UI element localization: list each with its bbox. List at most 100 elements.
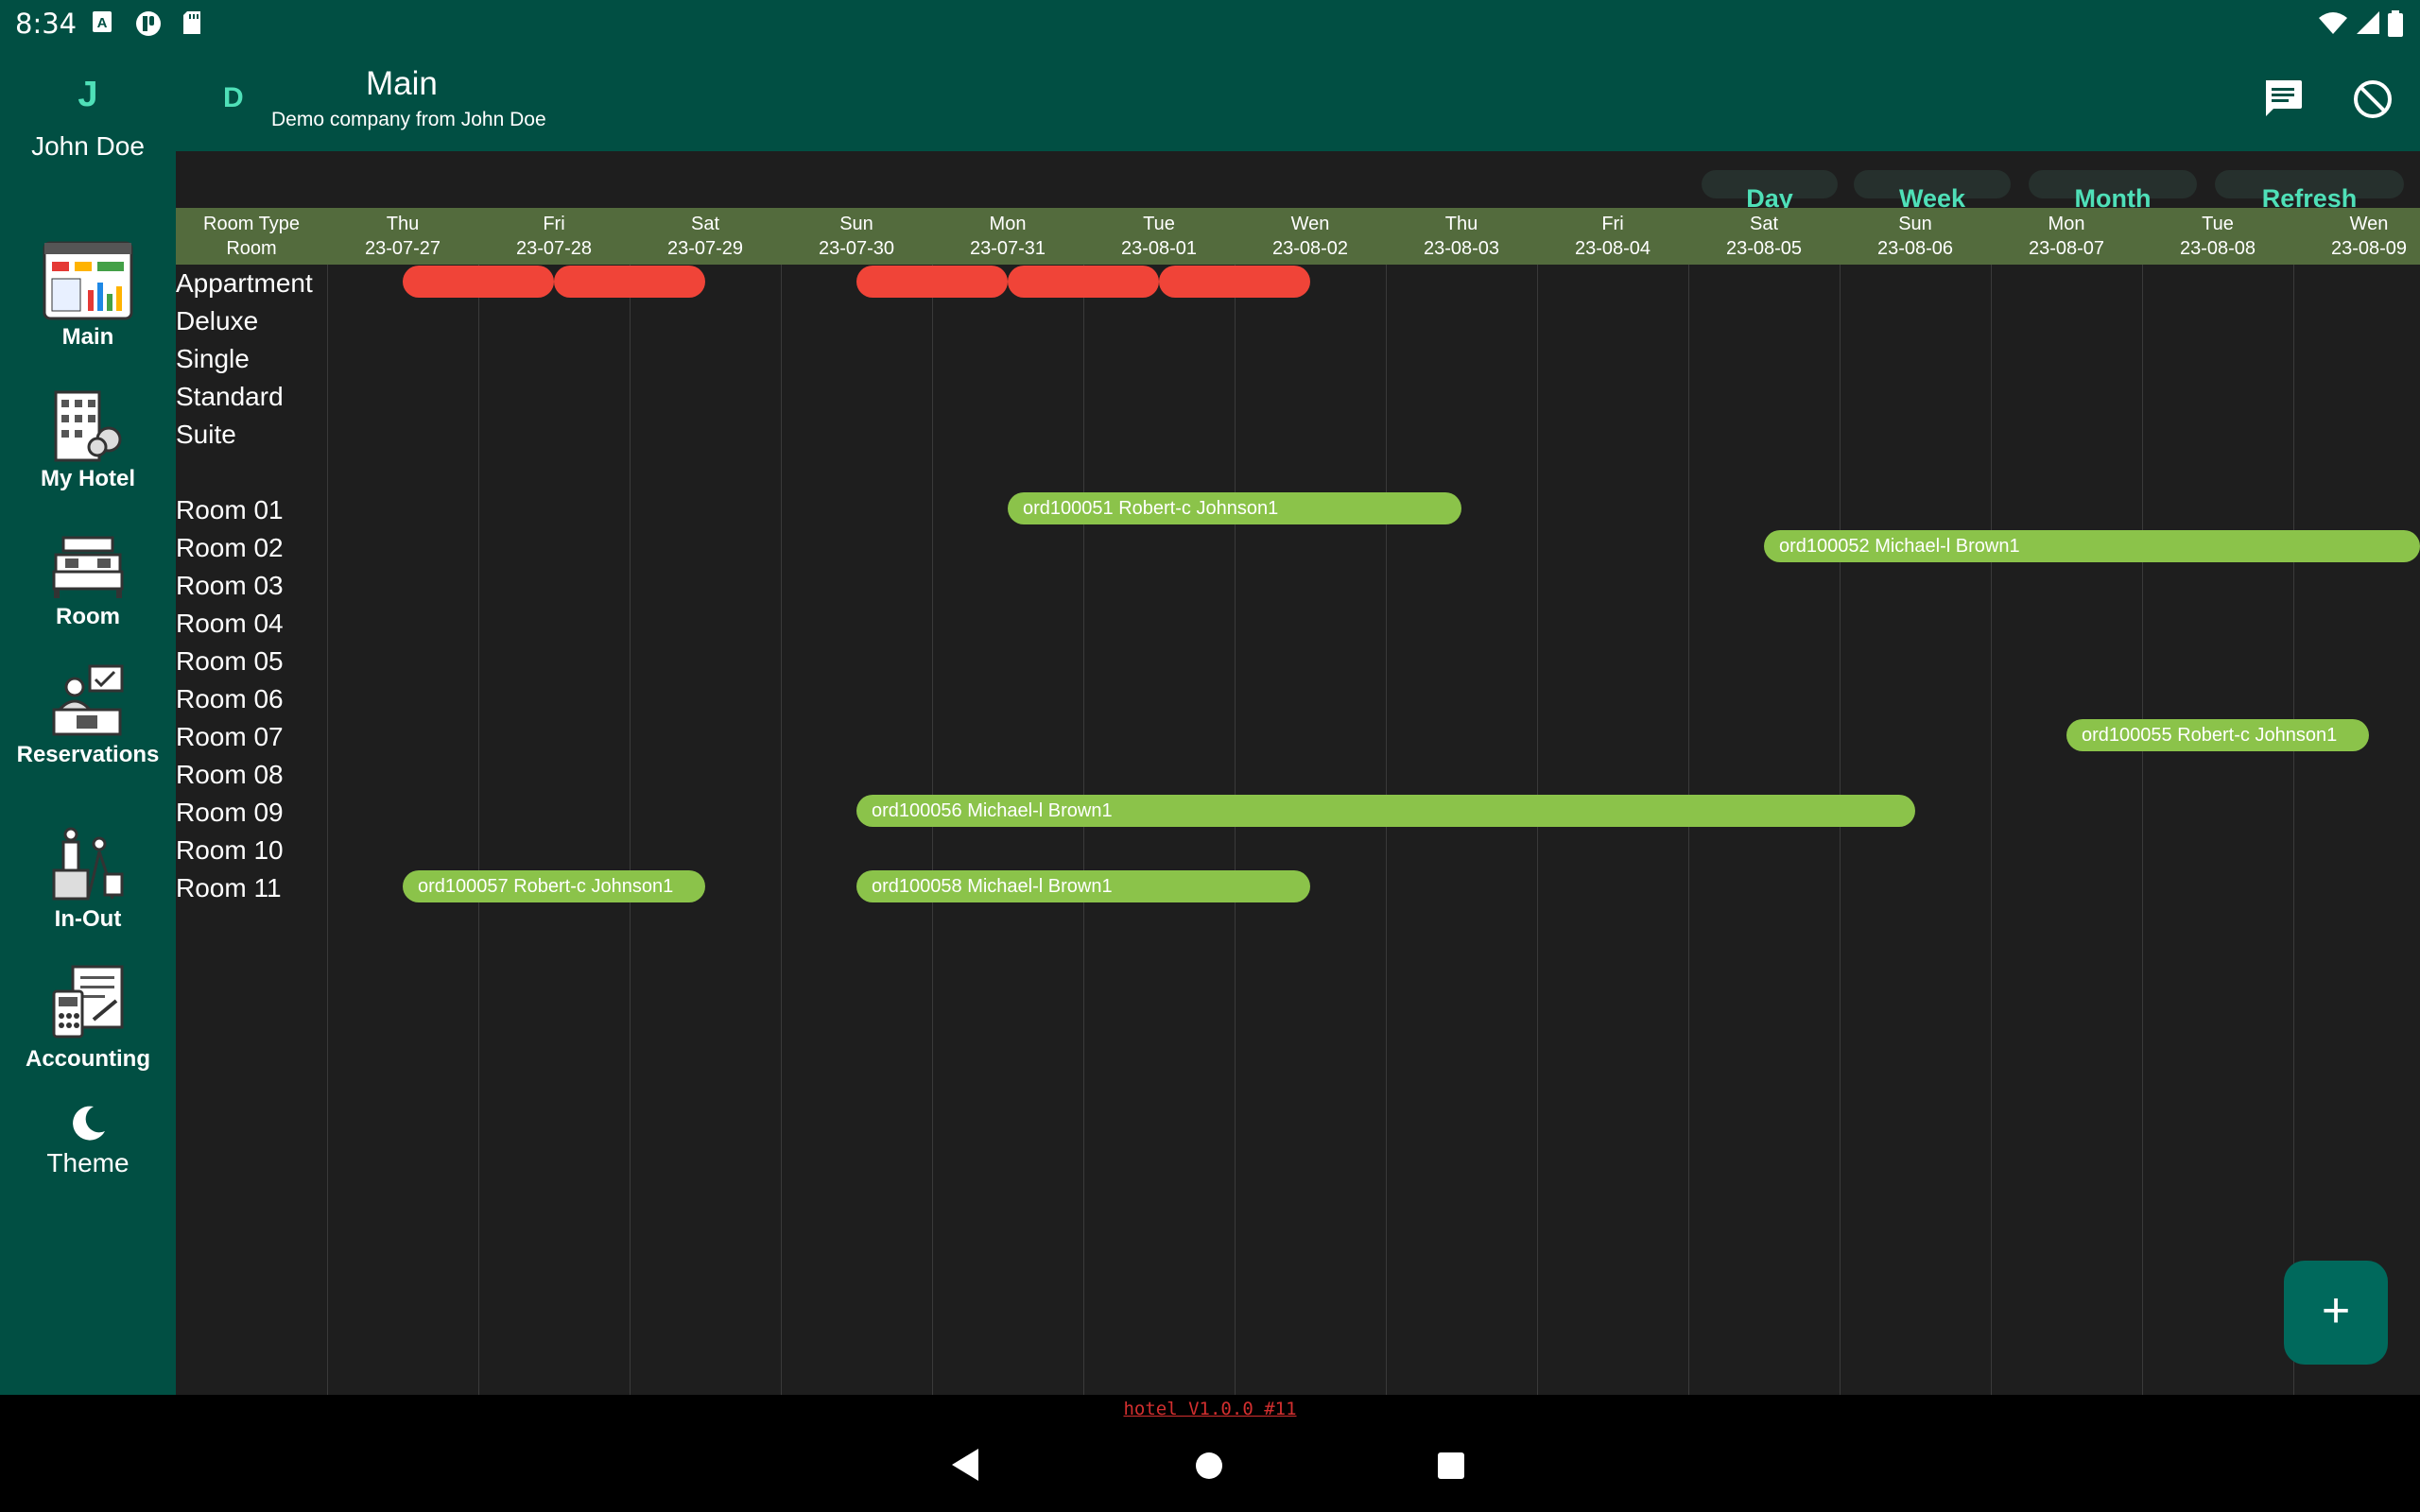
grid-column-line bbox=[1083, 265, 1084, 1395]
day-header-cell: Sat 23-07-29 bbox=[630, 208, 781, 265]
row-label: Room 05 bbox=[176, 646, 284, 676]
week-view-button[interactable]: Week bbox=[1854, 170, 2011, 213]
sidebar-item-reservations[interactable]: Reservations bbox=[0, 662, 176, 768]
grid-column-line bbox=[630, 265, 631, 1395]
grid-column-line bbox=[781, 265, 782, 1395]
reservation-bar[interactable]: ord100052 Michael-l Brown1 bbox=[1764, 530, 2420, 562]
sidebar-item-main[interactable]: Main bbox=[0, 241, 176, 351]
reservation-bar[interactable]: ord100056 Michael-l Brown1 bbox=[856, 795, 1915, 827]
row-label: Single bbox=[176, 344, 250, 373]
home-icon[interactable] bbox=[1195, 1452, 1223, 1480]
day-header-cell: Thu 23-08-03 bbox=[1386, 208, 1537, 265]
row-label: Room 01 bbox=[176, 495, 284, 524]
day-header-cell: Wen 23-08-09 bbox=[2293, 208, 2420, 265]
app-bar: D Main Demo company from John Doe bbox=[0, 46, 2420, 151]
recents-icon[interactable] bbox=[1437, 1452, 1465, 1480]
day-date: 23-07-27 bbox=[364, 238, 441, 259]
row-label: Deluxe bbox=[176, 306, 259, 335]
reservation-bar[interactable]: ord100055 Robert-c Johnson1 bbox=[2066, 719, 2369, 751]
reservation-bar[interactable]: ord100058 Michael-l Brown1 bbox=[856, 870, 1310, 902]
user-avatar[interactable]: J bbox=[0, 75, 176, 115]
type-block-bar[interactable] bbox=[1008, 266, 1159, 298]
day-date: 23-08-09 bbox=[2330, 238, 2408, 259]
day-date: 23-08-06 bbox=[1876, 238, 1954, 259]
sidebar-item-accounting[interactable]: Accounting bbox=[0, 963, 176, 1073]
grid-column-line bbox=[2293, 265, 2294, 1395]
day-of-week: Mon bbox=[989, 214, 1027, 234]
chat-icon[interactable] bbox=[2262, 78, 2304, 120]
row-label: Room 02 bbox=[176, 533, 284, 562]
day-of-week: Fri bbox=[543, 214, 565, 234]
refresh-button[interactable]: Refresh bbox=[2215, 170, 2404, 213]
day-of-week: Thu bbox=[1444, 214, 1478, 234]
day-header-cell: Sat 23-08-05 bbox=[1688, 208, 1840, 265]
sidebar-item-theme[interactable]: Theme bbox=[0, 1103, 176, 1178]
day-date: 23-07-31 bbox=[969, 238, 1046, 259]
page-title: Main bbox=[366, 65, 438, 102]
grid-column-line bbox=[1840, 265, 1841, 1395]
sidebar-item-label: Room bbox=[56, 604, 120, 629]
sidebar-item-in-out[interactable]: In-Out bbox=[0, 827, 176, 933]
day-view-button[interactable]: Day bbox=[1702, 170, 1838, 213]
day-of-week: Thu bbox=[386, 214, 420, 234]
sidebar-item-room[interactable]: Room bbox=[0, 534, 176, 630]
company-avatar[interactable]: D bbox=[223, 82, 244, 114]
type-block-bar[interactable] bbox=[856, 266, 1008, 298]
row-label: Room 09 bbox=[176, 798, 284, 827]
page-subtitle: Demo company from John Doe bbox=[271, 109, 546, 130]
day-of-week: Fri bbox=[1601, 214, 1624, 234]
day-header-cell: Tue 23-08-01 bbox=[1083, 208, 1235, 265]
row-label: Room 08 bbox=[176, 760, 284, 789]
day-header-cell: Sun 23-08-06 bbox=[1840, 208, 1991, 265]
date-header-row: Room Type Room Thu 23-07-27 Fri 23-07-28 Sat… bbox=[176, 208, 2420, 265]
reception-desk-icon bbox=[52, 664, 124, 736]
system-nav-bar bbox=[0, 1423, 2420, 1512]
sidebar-item-label: My Hotel bbox=[40, 466, 135, 491]
day-date: 23-08-02 bbox=[1271, 238, 1349, 259]
row-label: Room 06 bbox=[176, 684, 284, 713]
row-label: Room 11 bbox=[176, 873, 282, 902]
user-name: John Doe bbox=[31, 131, 145, 161]
reservation-bar[interactable]: ord100051 Robert-c Johnson1 bbox=[1008, 492, 1461, 524]
sidebar-item-my-hotel[interactable]: My Hotel bbox=[0, 387, 176, 492]
day-header-cell: Thu 23-07-27 bbox=[327, 208, 478, 265]
grid-column-line bbox=[2142, 265, 2143, 1395]
day-of-week: Mon bbox=[2048, 214, 2085, 234]
battery-icon bbox=[2388, 10, 2403, 37]
back-icon[interactable] bbox=[951, 1448, 979, 1482]
day-of-week: Sat bbox=[1749, 214, 1779, 234]
day-header-cell: Tue 23-08-08 bbox=[2142, 208, 2293, 265]
row-label: Room 10 bbox=[176, 835, 284, 865]
day-date: 23-08-05 bbox=[1725, 238, 1803, 259]
grid-column-line bbox=[1537, 265, 1538, 1395]
row-label: Room 07 bbox=[176, 722, 284, 751]
grid-column-line bbox=[1688, 265, 1689, 1395]
moon-icon bbox=[73, 1106, 105, 1141]
type-block-bar[interactable] bbox=[1159, 266, 1310, 298]
keyboard-notification-icon: A bbox=[93, 11, 112, 32]
row-label: Suite bbox=[176, 420, 236, 449]
grid-column-line bbox=[478, 265, 479, 1395]
day-of-week: Wen bbox=[2349, 214, 2389, 234]
room-type-header: Room Type bbox=[203, 214, 300, 234]
status-time: 8:34 bbox=[15, 8, 78, 40]
type-block-bar[interactable] bbox=[403, 266, 554, 298]
sidebar-item-label: Main bbox=[61, 324, 114, 350]
grid-column-line bbox=[1386, 265, 1387, 1395]
day-of-week: Sat bbox=[690, 214, 720, 234]
sidebar-item-label: Theme bbox=[46, 1148, 130, 1177]
version-link[interactable]: hotel V1.0.0 #11 bbox=[0, 1395, 2420, 1423]
type-block-bar[interactable] bbox=[554, 266, 705, 298]
reservation-bar[interactable]: ord100057 Robert-c Johnson1 bbox=[403, 870, 705, 902]
day-date: 23-07-30 bbox=[818, 238, 895, 259]
block-icon[interactable] bbox=[2352, 78, 2394, 120]
hotel-building-icon bbox=[54, 390, 122, 462]
day-date: 23-07-29 bbox=[666, 238, 744, 259]
add-reservation-button[interactable]: + bbox=[2284, 1261, 2388, 1365]
day-header-cell: Mon 23-08-07 bbox=[1991, 208, 2142, 265]
signal-icon bbox=[2357, 11, 2379, 34]
month-view-button[interactable]: Month bbox=[2029, 170, 2197, 213]
accounting-invoice-icon bbox=[52, 965, 124, 1039]
sd-card-icon bbox=[183, 11, 200, 34]
scheduler: Day Week Month Refresh Room Type Room Th… bbox=[176, 151, 2420, 1395]
